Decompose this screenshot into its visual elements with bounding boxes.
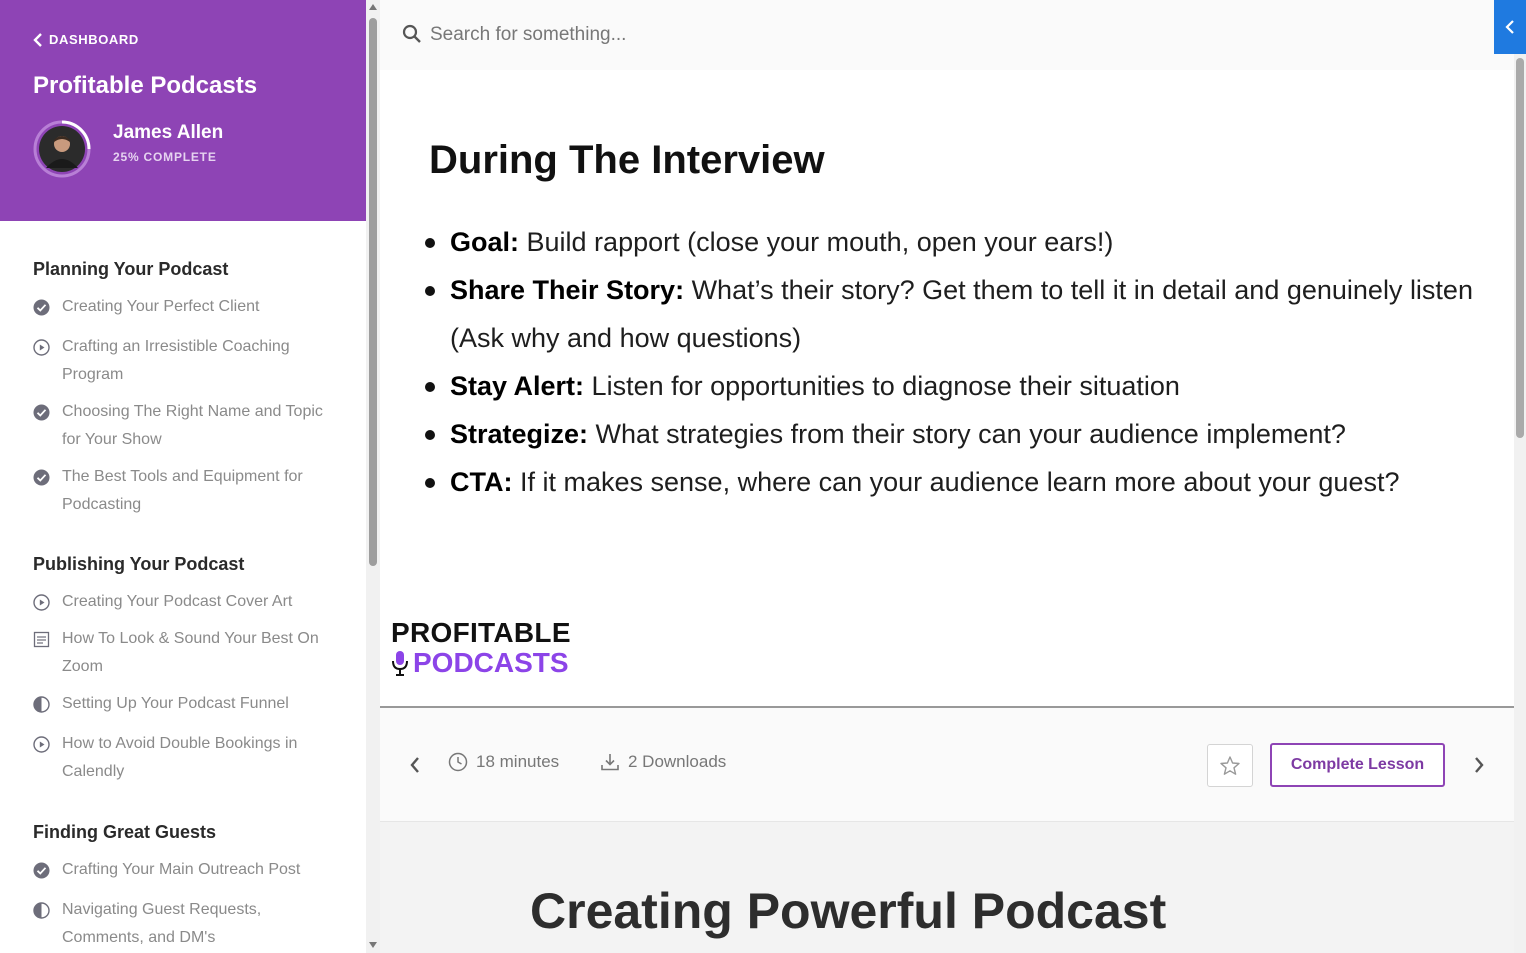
main-scrollbar-thumb[interactable] (1516, 58, 1524, 438)
slide-title: During The Interview (429, 138, 825, 182)
favorite-button[interactable] (1207, 744, 1253, 787)
lesson-item-outreach-post[interactable]: Crafting Your Main Outreach Post (33, 860, 338, 884)
lesson-item-best-tools[interactable]: The Best Tools and Equipment for Podcast… (33, 467, 338, 519)
lesson-label: Crafting Your Main Outreach Post (62, 861, 301, 878)
bullet-term: Stay Alert: (450, 371, 585, 401)
bullet-item: CTA: If it makes sense, where can your a… (425, 458, 1485, 506)
bullet-term: CTA: (450, 467, 513, 497)
user-name: James Allen (113, 122, 224, 143)
bullet-term: Goal: (450, 227, 520, 257)
logo-line-2: PODCASTS (391, 648, 571, 678)
lesson-label: Crafting an Irresistible Coaching Progra… (62, 338, 290, 383)
lesson-label: Creating Your Podcast Cover Art (62, 593, 293, 610)
chevron-left-icon (1505, 20, 1514, 34)
lesson-item-choosing-name[interactable]: Choosing The Right Name and Topic for Yo… (33, 402, 338, 454)
chevron-left-icon (33, 32, 42, 47)
lesson-label: Navigating Guest Requests, Comments, and… (62, 901, 262, 946)
next-section-title: Creating Powerful Podcast (530, 883, 1167, 939)
document-icon (33, 631, 50, 648)
complete-lesson-button[interactable]: Complete Lesson (1270, 743, 1445, 787)
bullet-text: If it makes sense, where can your audien… (512, 467, 1400, 497)
search-bar (380, 0, 1514, 70)
next-lesson-chevron-icon[interactable] (1470, 754, 1488, 776)
slide-bullet-list: Goal: Build rapport (close your mouth, o… (425, 218, 1485, 506)
course-title: Profitable Podcasts (33, 72, 258, 99)
half-circle-icon (33, 696, 50, 713)
downloads-label: 2 Downloads (628, 752, 727, 771)
play-circle-icon (33, 594, 50, 611)
search-icon (402, 24, 421, 43)
lesson-label: The Best Tools and Equipment for Podcast… (62, 468, 303, 513)
scroll-up-arrow-icon[interactable] (368, 2, 378, 12)
previous-lesson-chevron-icon[interactable] (406, 754, 424, 776)
bullet-item: Strategize: What strategies from their s… (425, 410, 1485, 458)
bullet-item: Goal: Build rapport (close your mouth, o… (425, 218, 1485, 266)
half-circle-icon (33, 902, 50, 919)
lesson-label: Choosing The Right Name and Topic for Yo… (62, 403, 323, 448)
profitable-podcasts-logo: PROFITABLE PODCASTS (391, 618, 571, 678)
user-progress-label: 25% COMPLETE (113, 150, 217, 164)
avatar[interactable] (33, 120, 91, 178)
microphone-icon (392, 651, 408, 676)
section-title-finding-guests: Finding Great Guests (33, 822, 217, 842)
logo-line-2-text: PODCASTS (413, 647, 569, 678)
clock-icon (448, 752, 468, 772)
avatar-progress-ring (33, 120, 91, 178)
lesson-item-guest-requests[interactable]: Navigating Guest Requests, Comments, and… (33, 900, 338, 952)
bullet-text: What strategies from their story can you… (588, 419, 1346, 449)
back-to-dashboard-link[interactable]: DASHBOARD (33, 32, 139, 47)
lesson-item-podcast-funnel[interactable]: Setting Up Your Podcast Funnel (33, 694, 338, 718)
check-circle-icon (33, 469, 50, 486)
back-link-label: DASHBOARD (49, 32, 139, 47)
lesson-main: During The Interview Goal: Build rapport… (380, 0, 1526, 953)
bullet-item: Share Their Story: What’s their story? G… (425, 266, 1485, 362)
section-title-publishing: Publishing Your Podcast (33, 554, 245, 574)
bullet-text: Build rapport (close your mouth, open yo… (519, 227, 1114, 257)
bullet-text: Listen for opportunities to diagnose the… (584, 371, 1180, 401)
course-sidebar: DASHBOARD Profitable Podcasts James Alle… (0, 0, 366, 953)
section-title-planning: Planning Your Podcast (33, 259, 229, 279)
scroll-down-arrow-icon[interactable] (368, 940, 378, 950)
check-circle-icon (33, 299, 50, 316)
check-circle-icon (33, 862, 50, 879)
lesson-label: Creating Your Perfect Client (62, 298, 260, 315)
check-circle-icon (33, 404, 50, 421)
lesson-label: How to Avoid Double Bookings in Calendly (62, 735, 298, 780)
lesson-item-coaching-program[interactable]: Crafting an Irresistible Coaching Progra… (33, 337, 338, 389)
lesson-item-creating-perfect-client[interactable]: Creating Your Perfect Client (33, 297, 338, 321)
bullet-term: Share Their Story: (450, 275, 685, 305)
bullet-term: Strategize: (450, 419, 589, 449)
logo-line-1: PROFITABLE (391, 617, 571, 648)
sidebar-header: DASHBOARD Profitable Podcasts James Alle… (0, 0, 366, 221)
sidebar-toggle-button[interactable] (1494, 0, 1526, 54)
lesson-item-cover-art[interactable]: Creating Your Podcast Cover Art (33, 592, 338, 616)
lesson-item-look-sound-zoom[interactable]: How To Look & Sound Your Best On Zoom (33, 629, 338, 681)
lesson-item-double-bookings[interactable]: How to Avoid Double Bookings in Calendly (33, 734, 338, 786)
play-circle-icon (33, 736, 50, 753)
lesson-toolbar: 18 minutes 2 Downloads Complete Lesson (380, 708, 1514, 822)
search-input[interactable] (430, 18, 1130, 52)
lesson-label: Setting Up Your Podcast Funnel (62, 695, 289, 712)
lesson-duration: 18 minutes (448, 752, 559, 772)
duration-label: 18 minutes (476, 752, 560, 771)
bullet-item: Stay Alert: Listen for opportunities to … (425, 362, 1485, 410)
star-icon (1220, 755, 1240, 775)
sidebar-scrollbar-thumb[interactable] (369, 18, 377, 566)
lesson-slide: During The Interview Goal: Build rapport… (380, 70, 1514, 708)
downloads-link[interactable]: 2 Downloads (600, 752, 726, 772)
lesson-label: How To Look & Sound Your Best On Zoom (62, 630, 319, 675)
play-circle-icon (33, 339, 50, 356)
download-icon (601, 754, 619, 771)
